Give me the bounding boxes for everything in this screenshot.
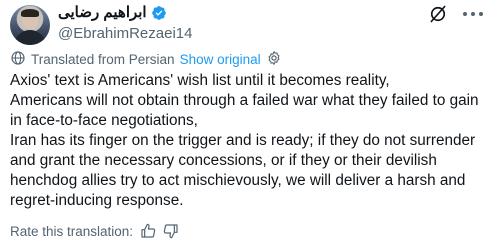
author-display-name[interactable]: ابراهیم رضایی [58,3,147,23]
avatar-hair [21,9,39,17]
rate-translation-label: Rate this translation: [10,223,134,239]
translate-icon [10,50,26,69]
show-original-link[interactable]: Show original [180,52,261,67]
translated-from-label: Translated from Persian [31,51,175,67]
thumbs-up-icon[interactable] [140,223,156,239]
tweet-line: Americans will not obtain through a fail… [10,92,479,129]
verified-badge-icon[interactable] [151,5,167,21]
translation-bar: Translated from Persian Show original [10,49,282,69]
more-dots-icon[interactable] [458,2,488,26]
grok-icon[interactable] [426,2,450,26]
rate-translation-bar: Rate this translation: [10,221,179,241]
thumbs-down-icon[interactable] [163,223,179,239]
tweet-text: Axios' text is Americans' wish list unti… [10,71,494,211]
tweet-line: Axios' text is Americans' wish list unti… [10,72,390,89]
gear-icon[interactable] [266,50,282,69]
author-name-row: ابراهیم رضایی [58,3,167,23]
avatar-body [14,30,46,45]
author-handle[interactable]: @EbrahimRezaei14 [58,24,192,44]
tweet-line: Iran has its finger on the trigger and i… [10,132,476,209]
avatar[interactable] [10,5,50,45]
